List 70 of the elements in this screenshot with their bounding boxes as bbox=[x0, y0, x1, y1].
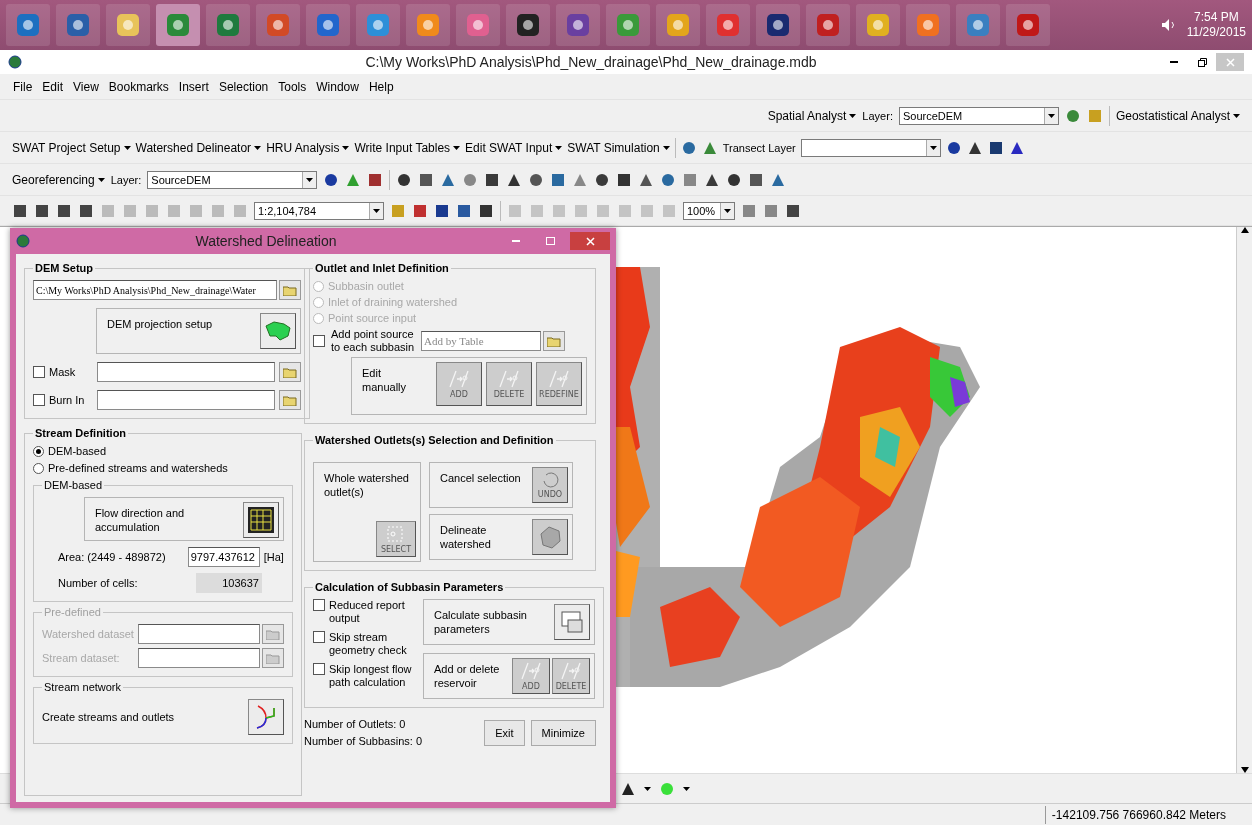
menu-item[interactable]: Help bbox=[367, 79, 395, 94]
radio-label: DEM-based bbox=[48, 445, 107, 458]
radio-label: Inlet of draining watershed bbox=[328, 296, 458, 309]
section-title: Pre-defined bbox=[43, 606, 102, 618]
section-title: Calculation of Subbasin Parameters bbox=[314, 581, 505, 593]
panel-label: Whole watershed outlet(s) bbox=[323, 471, 410, 500]
option-label: Burn In bbox=[49, 393, 86, 407]
dem-path-field[interactable]: C:\My Works\PhD Analysis\Phd_New_drainage\Water bbox=[33, 280, 277, 300]
option-label: Skip stream geometry check bbox=[329, 631, 408, 657]
section-title: DEM-based bbox=[43, 479, 104, 491]
subbasins-count: Number of Subbasins: 0 bbox=[304, 735, 422, 748]
area-field[interactable]: 9797.437612 bbox=[187, 547, 260, 567]
menu-item[interactable]: Insert bbox=[177, 79, 210, 94]
option-label: Reduced report output bbox=[329, 599, 406, 625]
panel-label: Edit manually bbox=[361, 366, 408, 395]
toolbar-menu[interactable]: Write Input Tables bbox=[354, 140, 461, 155]
option-label: Skip longest flow path calculation bbox=[329, 663, 413, 689]
dialog-title: Watershed Delineation bbox=[194, 233, 338, 249]
toolbar-menu[interactable]: Georeferencing bbox=[12, 172, 105, 187]
coordinates-readout: -142109.756 766960.842 Meters bbox=[1044, 805, 1232, 824]
panel-label: DEM projection setup bbox=[106, 317, 214, 332]
stream-network-label: Create streams and outlets bbox=[42, 710, 175, 724]
area-label: Area: (2449 - 489872) bbox=[57, 550, 166, 564]
section-title: Outlet and Inlet Definition bbox=[314, 262, 450, 274]
clock[interactable]: 7:54 PM 11/29/2015 bbox=[1186, 10, 1246, 40]
field-label: Watershed dataset bbox=[42, 627, 134, 641]
cells-label: Number of cells: bbox=[57, 576, 138, 590]
toolbar-menu[interactable]: Edit SWAT Input bbox=[465, 140, 563, 155]
toolbar-menu[interactable]: SWAT Simulation bbox=[567, 140, 670, 155]
menu-item[interactable]: Tools bbox=[277, 79, 308, 94]
field-label: Stream dataset: bbox=[42, 651, 120, 665]
section-title: DEM Setup bbox=[34, 262, 95, 274]
radio-label: Pre-defined streams and watersheds bbox=[48, 462, 228, 475]
layer-dropdown[interactable]: SourceDEM bbox=[898, 106, 1059, 125]
outlets-count: Number of Outlets: 0 bbox=[304, 718, 407, 731]
option-label: Add point source to each subbasin bbox=[331, 328, 415, 354]
section-title: Watershed Outlets(s) Selection and Definition bbox=[314, 434, 555, 446]
layer-dropdown[interactable]: SourceDEM bbox=[147, 170, 318, 189]
dialog-button[interactable]: Minimize bbox=[530, 720, 596, 746]
panel-label: Delineate watershed bbox=[439, 523, 492, 552]
panel-label: Add or delete reservoir bbox=[433, 662, 501, 691]
radio-label: Subbasin outlet bbox=[328, 280, 404, 293]
scale-dropdown[interactable]: 1:2,104,784 bbox=[254, 201, 384, 220]
menu-item[interactable]: Bookmarks bbox=[107, 79, 170, 94]
toolbar-menu[interactable]: Watershed Delineator bbox=[135, 140, 262, 155]
menu-item[interactable]: Selection bbox=[217, 79, 270, 94]
menu-item[interactable]: View bbox=[72, 79, 100, 94]
input-field[interactable]: Add by Table bbox=[421, 331, 541, 351]
radio-label: Point source input bbox=[328, 312, 417, 325]
transect-label: Transect Layer bbox=[722, 141, 796, 154]
cells-value: 103637 bbox=[195, 573, 262, 593]
menu-item[interactable]: File bbox=[12, 79, 34, 94]
unit-label: [Ha] bbox=[263, 550, 284, 564]
panel-label: Cancel selection bbox=[439, 471, 522, 486]
panel-label: Calculate subbasin parameters bbox=[433, 608, 528, 637]
layer-label: Layer: bbox=[110, 173, 142, 186]
option-label: Mask bbox=[49, 365, 77, 379]
menu-item[interactable]: Window bbox=[315, 79, 360, 94]
panel-label: Flow direction and accumulation bbox=[93, 506, 186, 535]
layer-label: Layer: bbox=[862, 109, 893, 122]
toolbar-menu[interactable]: HRU Analysis bbox=[266, 140, 350, 155]
toolbar-menu[interactable]: Geostatistical Analyst bbox=[1115, 108, 1240, 123]
toolbar-menu[interactable]: SWAT Project Setup bbox=[12, 140, 131, 155]
section-title: Stream network bbox=[43, 681, 123, 693]
zoom-dropdown[interactable]: 100% bbox=[683, 201, 735, 220]
dialog-button[interactable]: Exit bbox=[484, 720, 525, 746]
menu-item[interactable]: Edit bbox=[41, 79, 65, 94]
window-title: C:\My Works\PhD Analysis\Phd_New_drainage\Phd_New_drainage.mdb bbox=[364, 54, 818, 70]
toolbar-menu[interactable]: Spatial Analyst bbox=[767, 108, 857, 123]
section-title: Stream Definition bbox=[34, 427, 128, 439]
